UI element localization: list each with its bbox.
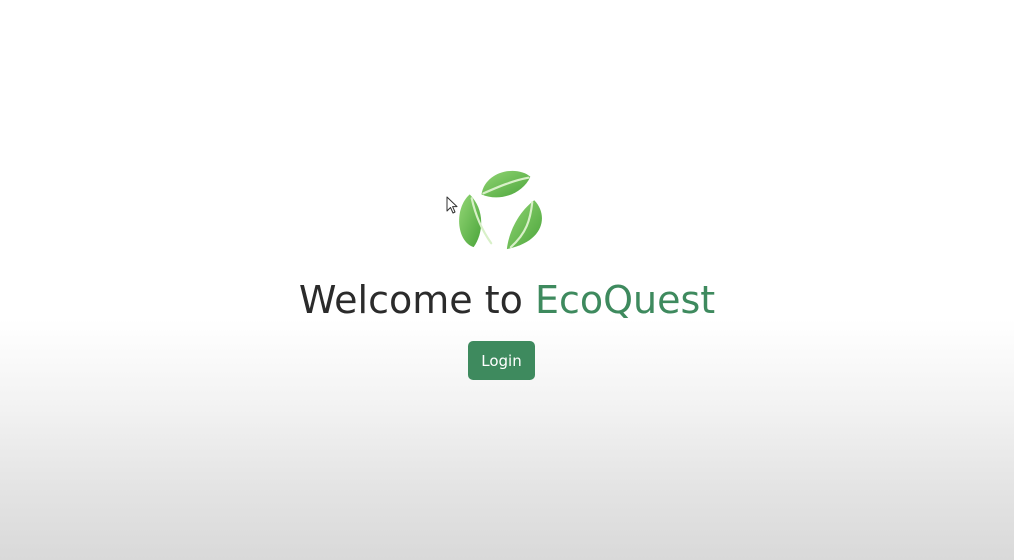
leaf-top-icon (481, 170, 531, 198)
leaf-right-icon (506, 200, 542, 250)
welcome-heading: Welcome to EcoQuest (0, 277, 1014, 323)
mouse-pointer-icon (446, 196, 458, 214)
login-button[interactable]: Login (468, 341, 535, 380)
welcome-screen: Welcome to EcoQuest Login (0, 0, 1014, 560)
brand-name: EcoQuest (534, 278, 716, 322)
welcome-prefix: Welcome to (298, 278, 535, 322)
recycle-leaves-icon (459, 170, 542, 250)
leaf-left-icon (459, 194, 493, 248)
